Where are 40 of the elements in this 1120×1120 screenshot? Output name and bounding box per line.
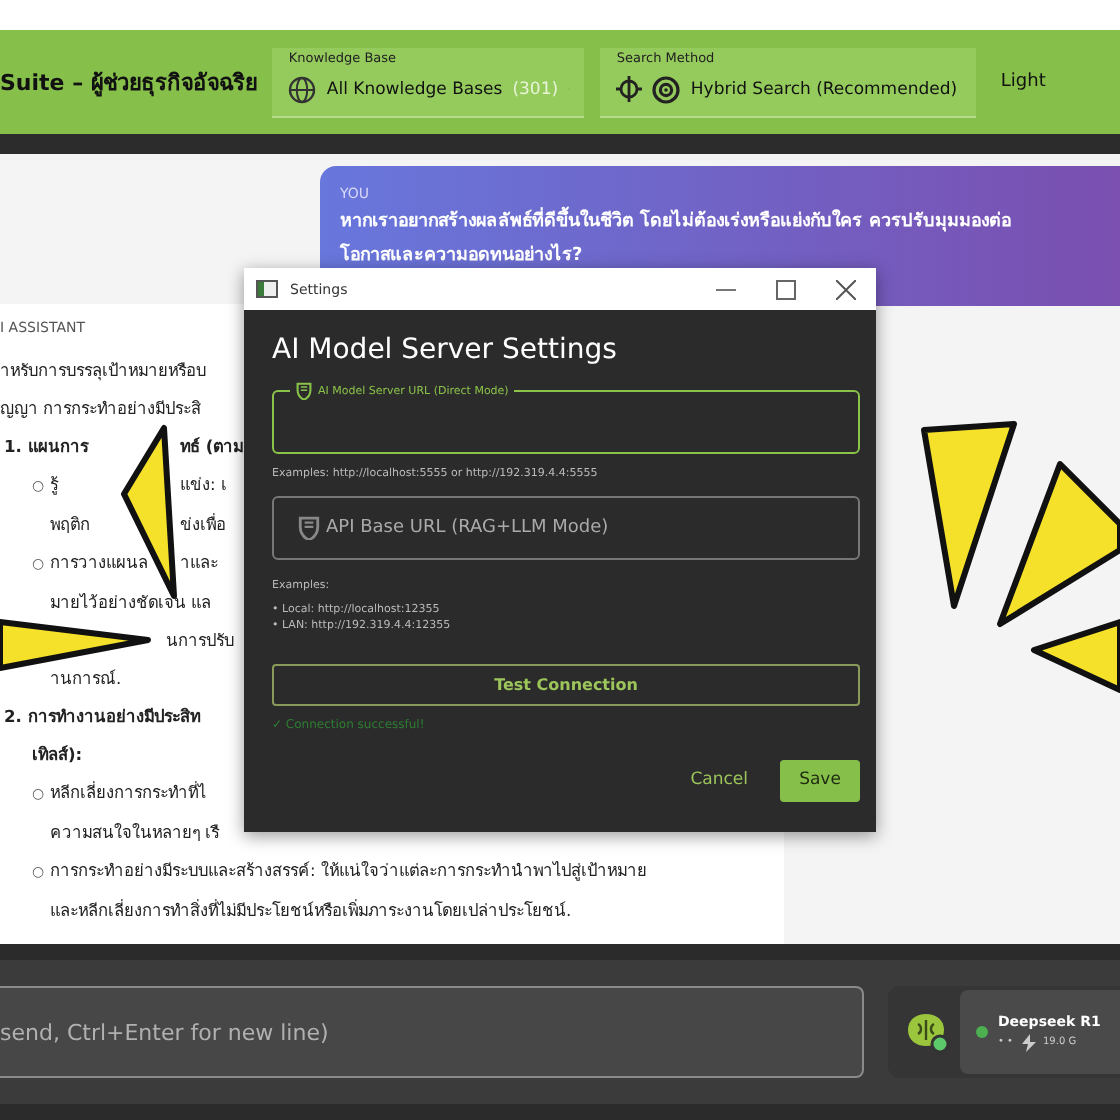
message-input[interactable]: send, Ctrl+Enter for new line) — [0, 986, 864, 1078]
app-title: Suite – ผู้ช่วยธุรกิจอัจฉริย — [0, 68, 257, 100]
save-button[interactable]: Save — [780, 759, 860, 801]
minimize-icon[interactable] — [716, 287, 736, 291]
answer-text: หลีกเลี่ยงการกระทำที่ไ — [50, 779, 206, 806]
maximize-icon[interactable] — [776, 279, 796, 299]
answer-text: านการณ์. — [50, 666, 122, 692]
answer-text: มายไว้อย่างชัดเจน แล — [50, 590, 212, 616]
cancel-button[interactable]: Cancel — [690, 770, 748, 790]
answer-text: แข่ง: เ — [180, 472, 227, 498]
field-label: API Base URL (RAG+LLM Mode) — [326, 518, 609, 538]
target-icon — [652, 75, 681, 103]
answer-text: การกระทำอย่างมีระบบและสร้างสรรค์: ให้แน่ใจว่าแต่ละการกระทำนำพาไปสู่เป้าหมาย — [50, 858, 647, 885]
answer-text: นการปรับ — [166, 628, 234, 654]
answer-text: พฤติก — [50, 512, 90, 538]
answer-text: และหลีกเลี่ยงการทำสิ่งที่ไม่มีประโยชน์หรือเพิ่มภาระงานโดยเปล่าประโยชน์. — [50, 897, 572, 924]
answer-text: เทิลส์): — [32, 742, 83, 768]
answer-text: าและ — [180, 550, 218, 576]
message-text: โอกาสและความอดทนอย่างไร? — [340, 242, 585, 270]
shield-icon — [296, 382, 312, 400]
message-text: หากเราอยากสร้างผลลัพธ์ที่ดีขึ้นในชีวิต โดยไม่ต้องเร่งหรือแย่งกับใคร ควรปรับมุมมองต่อ — [340, 208, 1100, 236]
lightning-icon — [1021, 1033, 1035, 1051]
globe-icon — [288, 75, 317, 103]
crosshair-icon — [616, 76, 643, 102]
answer-text: การวางแผนล — [50, 550, 148, 576]
answer-text: ความสนใจในหลายๆ เรื — [50, 820, 220, 846]
answer-text: ทธ์ (ตาม — [180, 434, 244, 460]
answer-text: รู้ — [50, 472, 58, 499]
answer-text: าหรับการบรรลุเป้าหมายหรือบ — [0, 358, 206, 385]
close-icon[interactable] — [836, 279, 856, 299]
test-connection-button[interactable]: Test Connection — [272, 663, 860, 705]
url-field[interactable]: API Base URL (RAG+LLM Mode) — [272, 496, 860, 560]
answer-text: 2. การทำงานอย่างมีประสิท — [4, 704, 200, 730]
shield-icon — [298, 516, 320, 540]
answer-text: ข่งเพื่อ — [180, 511, 226, 538]
answer-text: 1. แผนการ — [4, 434, 88, 460]
theme-toggle[interactable]: Light — [1000, 72, 1046, 92]
dialog-heading: AI Model Server Settings — [272, 334, 619, 366]
answer-text: ญญา การกระทำอย่างมีประสิ — [0, 396, 202, 422]
window-icon — [256, 280, 278, 298]
